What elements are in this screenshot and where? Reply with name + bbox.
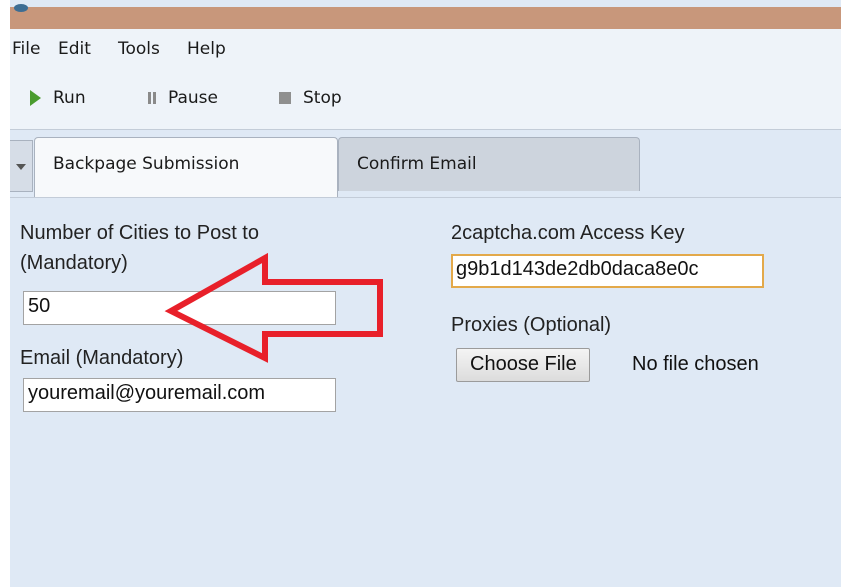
app-window: File Edit Tools Help Run Pause Stop Back…: [10, 0, 841, 587]
arrow-left-icon: [164, 252, 383, 363]
annotation-arrow: [164, 252, 383, 363]
tab-backpage-submission[interactable]: Backpage Submission: [34, 137, 338, 197]
